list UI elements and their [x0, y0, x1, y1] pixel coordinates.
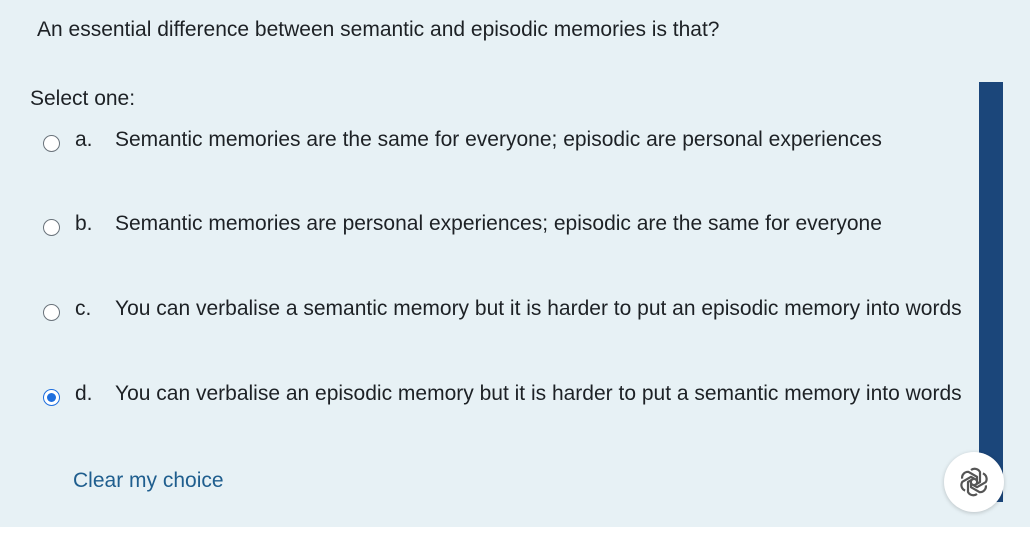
option-d[interactable]: d. You can verbalise an episodic memory …	[40, 382, 980, 452]
select-one-prompt: Select one:	[30, 87, 136, 110]
option-a-letter: a.	[75, 128, 93, 151]
option-b-letter: b.	[75, 212, 93, 235]
radio-a[interactable]	[43, 135, 60, 152]
question-panel: An essential difference between semantic…	[0, 0, 1030, 527]
question-text: An essential difference between semantic…	[37, 18, 720, 41]
option-c-letter: c.	[75, 297, 92, 320]
option-a[interactable]: a. Semantic memories are the same for ev…	[40, 128, 980, 198]
option-d-letter: d.	[75, 382, 93, 405]
radio-c[interactable]	[43, 304, 60, 321]
option-c[interactable]: c. You can verbalise a semantic memory b…	[40, 297, 980, 367]
option-b-text: Semantic memories are personal experienc…	[115, 212, 882, 235]
radio-d-selected[interactable]	[43, 389, 60, 406]
radio-b[interactable]	[43, 219, 60, 236]
option-b[interactable]: b. Semantic memories are personal experi…	[40, 212, 980, 282]
openai-logo-icon	[960, 467, 988, 497]
assistant-button[interactable]	[944, 452, 1004, 512]
option-c-text: You can verbalise a semantic memory but …	[115, 297, 962, 320]
clear-my-choice-link[interactable]: Clear my choice	[73, 469, 224, 493]
scrollbar[interactable]	[979, 82, 1003, 502]
option-a-text: Semantic memories are the same for every…	[115, 128, 882, 151]
option-d-text: You can verbalise an episodic memory but…	[115, 382, 962, 405]
